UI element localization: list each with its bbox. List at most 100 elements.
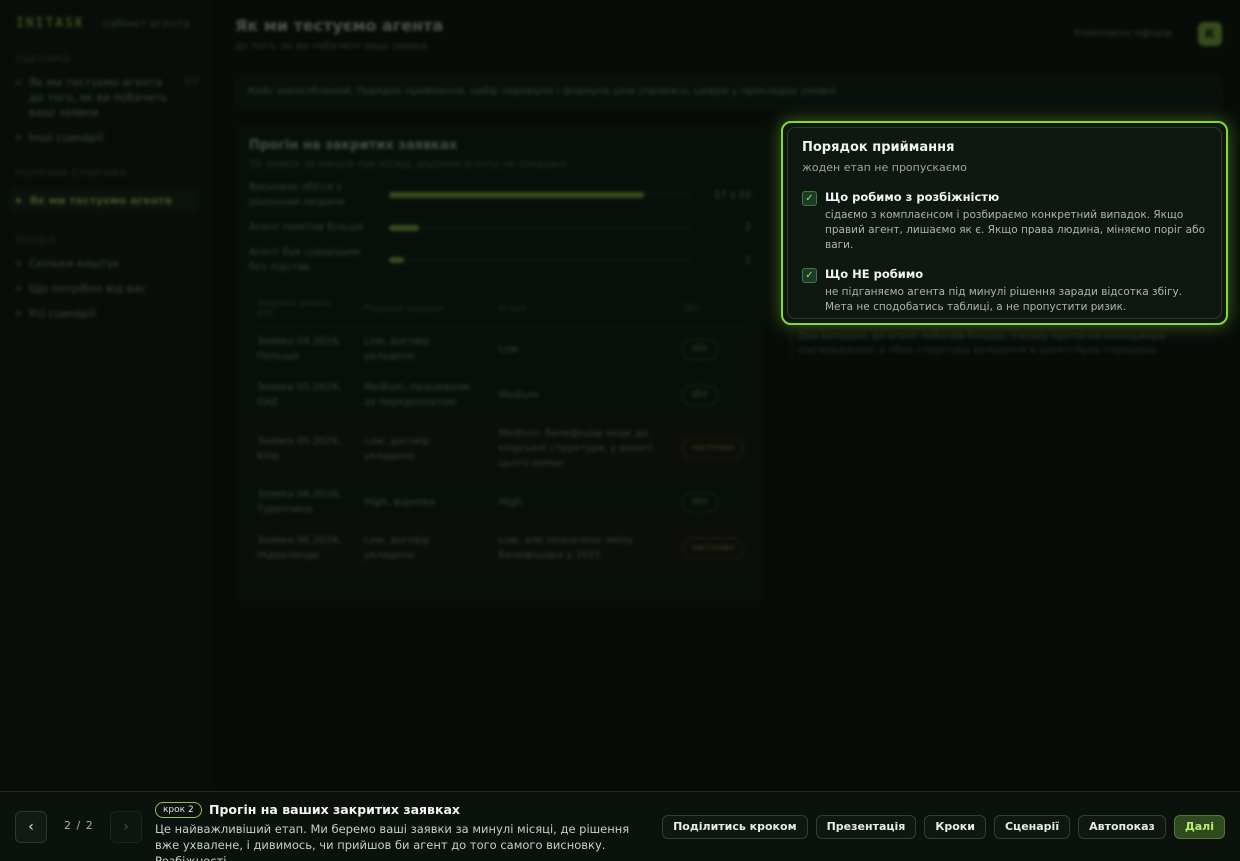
metric-value: 1 <box>744 254 751 266</box>
match-status-badge: частково <box>682 438 743 459</box>
sidebar-item-other-scenarios[interactable]: Інші сценарії <box>16 130 199 145</box>
match-status-badge: збіг <box>682 491 718 513</box>
table-cell-human: Low, договір укладено <box>364 336 430 362</box>
metric-bar <box>389 257 689 263</box>
sidebar-item-label: Як ми тестуємо агента <box>29 194 173 207</box>
popup-item: ✓ Що робимо з розбіжністю сідаємо з комп… <box>802 190 1207 253</box>
metric-bar-fill <box>389 192 644 198</box>
sidebar-item-scenario-current[interactable]: Як ми тестуємо агента до того, як ви поб… <box>16 75 199 120</box>
table-row: Заявка 06.2026, Туреччина High, відмова Hi… <box>249 479 751 525</box>
card-title: Прогін на закритих заявках <box>249 138 458 153</box>
tour-popup-body: Порядок приймання жоден етап не пропуска… <box>787 127 1222 319</box>
brand-logo: INITASK <box>16 16 85 31</box>
table-cell-match: частково <box>674 525 751 571</box>
metric-row: Агент помітив більше 2 <box>249 220 751 235</box>
chevron-right-icon: › <box>123 819 129 835</box>
bullet-icon <box>16 198 21 203</box>
table-cell-case: Заявка 04.2026, Польща <box>257 336 342 362</box>
table-row: Заявка 06.2026, Нідерланди Low, договір у… <box>249 525 751 571</box>
column-header: Агент <box>490 293 675 326</box>
bullet-icon <box>16 80 21 85</box>
sidebar-section-other: розділ <box>16 236 57 246</box>
tour-bottom-bar: ‹ 2 / 2 › крок 2 Прогін на ваших закрити… <box>0 791 1240 861</box>
next-step-arrow-button[interactable]: › <box>110 811 142 843</box>
autoplay-button[interactable]: Автопоказ <box>1078 815 1166 839</box>
popup-item-description: сідаємо з комплаєнсом і розбираємо конкр… <box>825 209 1206 251</box>
bullet-icon <box>16 311 21 316</box>
table-cell-case: Заявка 05.2026, Кіпр <box>249 418 357 479</box>
metric-bar <box>389 224 689 231</box>
table-cell-agent: Medium <box>498 389 539 401</box>
avatar[interactable]: К <box>1198 22 1222 46</box>
bullet-icon <box>16 261 21 266</box>
table-row: Заявка 04.2026, Польща Low, договір уклад… <box>249 326 751 373</box>
match-status-badge: збіг <box>682 338 718 360</box>
step-title: Прогін на ваших закритих заявках <box>209 802 460 817</box>
share-step-button[interactable]: Поділитись кроком <box>662 815 808 839</box>
table-cell-agent: Low <box>498 343 519 355</box>
sidebar-item-requirements[interactable]: Що потрібно від вас <box>16 281 199 296</box>
page-header: Як ми тестуємо агента до того, як ви поб… <box>235 16 1222 62</box>
match-status-badge: частково <box>682 537 743 559</box>
step-description: Це найважливіший етап. Ми беремо ваші за… <box>155 822 630 861</box>
table-row: Заявка 05.2026, Кіпр Low, договір укладен… <box>249 418 751 479</box>
metric-label: Висновок збігся з рішенням людини <box>249 182 345 208</box>
metric-bar-fill <box>389 257 404 263</box>
popup-title: Порядок приймання <box>802 140 955 155</box>
column-header: Збіг <box>674 293 751 326</box>
metric-row: Висновок збігся з рішенням людини 17 з 2… <box>249 180 751 210</box>
step-badge: крок 2 <box>155 802 202 818</box>
notice-banner: Кейс знеособлений. Порядок приймання, на… <box>235 76 1222 108</box>
popup-item-title: Що НЕ робимо <box>825 267 924 281</box>
next-button[interactable]: Далі <box>1173 815 1225 839</box>
popup-item-title: Що робимо з розбіжністю <box>825 190 1000 204</box>
sidebar-item-all-scenarios[interactable]: Усі сценарії <box>16 306 199 321</box>
scenarios-button[interactable]: Сценарії <box>993 815 1071 839</box>
bullet-icon <box>16 286 21 291</box>
checkmark-icon: ✓ <box>802 268 817 283</box>
sidebar: INITASK кабінет агента сценарій Як ми те… <box>0 0 210 790</box>
table-cell-case: Заявка 05.2026, ОАЕ <box>257 382 342 408</box>
presentation-button[interactable]: Презентація <box>815 815 917 839</box>
sidebar-item-pricing[interactable]: Скільки коштує <box>16 256 199 271</box>
table-cell-case: Заявка 06.2026, Нідерланди <box>249 525 357 571</box>
metric-bar <box>389 192 689 198</box>
table-header-row: Закрита заявка KYC Рішення людини Агент … <box>249 293 751 326</box>
table-cell-match: збіг <box>674 479 751 525</box>
popup-item: ✓ Що НЕ робимо не підганяємо агента під … <box>802 267 1207 315</box>
brand: INITASK кабінет агента <box>16 16 199 31</box>
table-cell-match: збіг <box>674 372 751 418</box>
column-header: Рішення людини <box>356 293 491 326</box>
metric-value: 2 <box>744 222 751 233</box>
total-steps-number: 2 <box>85 819 94 832</box>
checkmark-icon: ✓ <box>802 191 817 206</box>
sidebar-item-label: Скільки коштує <box>29 257 120 270</box>
popup-subtitle: жоден етап не пропускаємо <box>802 161 967 174</box>
tour-popup: Порядок приймання жоден етап не пропуска… <box>781 121 1228 325</box>
test-run-card: Прогін на закритих заявках 35 заявок за … <box>235 124 765 600</box>
table-cell-human: Low, договір укладено <box>356 525 491 571</box>
popup-context-note: Два випадки, де агент побачив більше, з'… <box>790 330 1220 358</box>
sidebar-item-label: Інші сценарії <box>29 131 104 144</box>
table-cell-agent: High <box>498 496 522 508</box>
sidebar-item-active[interactable]: Як ми тестуємо агента <box>10 189 199 212</box>
step-pager: 2 / 2 <box>64 819 94 832</box>
table-cell-human: Low, договір укладено <box>356 418 491 479</box>
table-cell-match: збіг <box>674 326 751 373</box>
user-role: Комплаєнс-офіцер <box>1074 28 1172 39</box>
table-cell-agent: Low, але позначено зміну бенефіціара у 2… <box>490 525 675 571</box>
steps-button[interactable]: Кроки <box>924 815 986 839</box>
sidebar-item-label: Як ми тестуємо агента до того, як ви поб… <box>29 76 168 119</box>
metric-bar-fill <box>389 224 419 231</box>
sidebar-item-label: Що потрібно від вас <box>29 282 146 295</box>
table-row: Заявка 05.2026, ОАЕ Medium, працювали за … <box>249 372 751 418</box>
match-status-badge: збіг <box>682 384 718 406</box>
tour-actions: Поділитись кроком Презентація Кроки Сцен… <box>662 815 1225 839</box>
sidebar-section-scenario: сценарій <box>16 55 71 65</box>
page-subtitle: до того, як ви побачите ваші заявки <box>235 41 428 52</box>
table-cell-human: Medium, працювали за передоплатою <box>364 382 470 408</box>
table-cell-case: Заявка 06.2026, Туреччина <box>257 489 342 515</box>
chevron-left-icon: ‹ <box>28 819 34 835</box>
prev-step-button[interactable]: ‹ <box>15 811 47 843</box>
current-step-number: 2 <box>64 819 72 832</box>
